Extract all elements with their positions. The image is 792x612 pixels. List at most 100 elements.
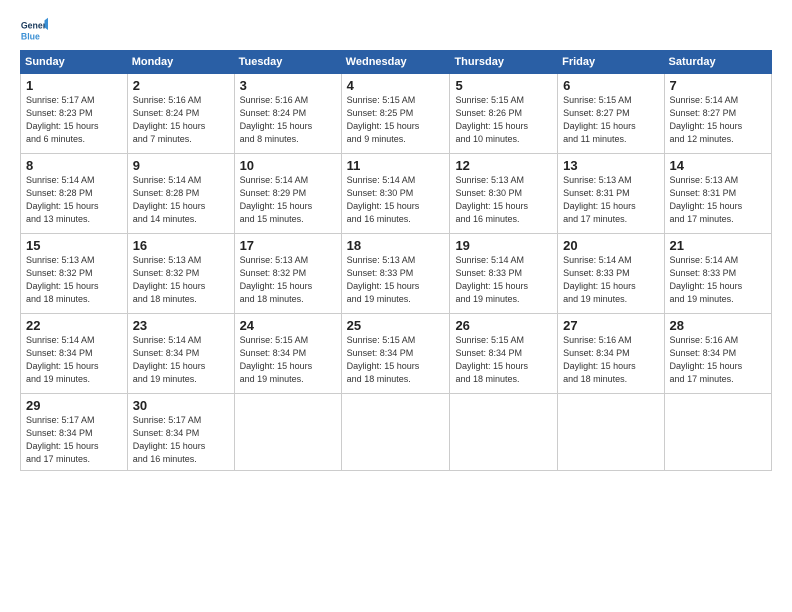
day-info: Sunrise: 5:14 AM Sunset: 8:28 PM Dayligh… (133, 174, 229, 226)
calendar-cell: 28Sunrise: 5:16 AM Sunset: 8:34 PM Dayli… (664, 314, 771, 394)
column-header-saturday: Saturday (664, 51, 771, 74)
day-number: 5 (455, 78, 552, 93)
calendar-cell: 5Sunrise: 5:15 AM Sunset: 8:26 PM Daylig… (450, 74, 558, 154)
logo-icon: General Blue (20, 16, 48, 44)
calendar-cell: 17Sunrise: 5:13 AM Sunset: 8:32 PM Dayli… (234, 234, 341, 314)
calendar-cell: 2Sunrise: 5:16 AM Sunset: 8:24 PM Daylig… (127, 74, 234, 154)
day-number: 21 (670, 238, 766, 253)
column-header-friday: Friday (558, 51, 664, 74)
svg-text:Blue: Blue (21, 32, 40, 42)
day-number: 29 (26, 398, 122, 413)
day-number: 26 (455, 318, 552, 333)
day-number: 14 (670, 158, 766, 173)
day-number: 15 (26, 238, 122, 253)
calendar-cell: 10Sunrise: 5:14 AM Sunset: 8:29 PM Dayli… (234, 154, 341, 234)
calendar-table: SundayMondayTuesdayWednesdayThursdayFrid… (20, 50, 772, 471)
header: General Blue (20, 16, 772, 44)
calendar-cell: 11Sunrise: 5:14 AM Sunset: 8:30 PM Dayli… (341, 154, 450, 234)
calendar-week-row: 8Sunrise: 5:14 AM Sunset: 8:28 PM Daylig… (21, 154, 772, 234)
day-number: 17 (240, 238, 336, 253)
day-info: Sunrise: 5:16 AM Sunset: 8:24 PM Dayligh… (240, 94, 336, 146)
day-number: 23 (133, 318, 229, 333)
day-number: 4 (347, 78, 445, 93)
logo: General Blue (20, 16, 48, 44)
day-number: 18 (347, 238, 445, 253)
day-info: Sunrise: 5:14 AM Sunset: 8:33 PM Dayligh… (455, 254, 552, 306)
day-number: 20 (563, 238, 658, 253)
column-header-monday: Monday (127, 51, 234, 74)
calendar-cell: 21Sunrise: 5:14 AM Sunset: 8:33 PM Dayli… (664, 234, 771, 314)
calendar-cell: 4Sunrise: 5:15 AM Sunset: 8:25 PM Daylig… (341, 74, 450, 154)
day-info: Sunrise: 5:14 AM Sunset: 8:34 PM Dayligh… (26, 334, 122, 386)
calendar-week-row: 1Sunrise: 5:17 AM Sunset: 8:23 PM Daylig… (21, 74, 772, 154)
day-info: Sunrise: 5:16 AM Sunset: 8:34 PM Dayligh… (670, 334, 766, 386)
day-number: 8 (26, 158, 122, 173)
day-number: 3 (240, 78, 336, 93)
calendar-cell: 15Sunrise: 5:13 AM Sunset: 8:32 PM Dayli… (21, 234, 128, 314)
day-info: Sunrise: 5:17 AM Sunset: 8:34 PM Dayligh… (26, 414, 122, 466)
day-number: 7 (670, 78, 766, 93)
day-info: Sunrise: 5:17 AM Sunset: 8:34 PM Dayligh… (133, 414, 229, 466)
day-number: 30 (133, 398, 229, 413)
column-header-tuesday: Tuesday (234, 51, 341, 74)
day-info: Sunrise: 5:17 AM Sunset: 8:23 PM Dayligh… (26, 94, 122, 146)
day-number: 2 (133, 78, 229, 93)
day-number: 24 (240, 318, 336, 333)
calendar-cell: 22Sunrise: 5:14 AM Sunset: 8:34 PM Dayli… (21, 314, 128, 394)
calendar-cell: 24Sunrise: 5:15 AM Sunset: 8:34 PM Dayli… (234, 314, 341, 394)
day-info: Sunrise: 5:15 AM Sunset: 8:26 PM Dayligh… (455, 94, 552, 146)
day-info: Sunrise: 5:14 AM Sunset: 8:33 PM Dayligh… (563, 254, 658, 306)
day-info: Sunrise: 5:14 AM Sunset: 8:33 PM Dayligh… (670, 254, 766, 306)
calendar-cell: 18Sunrise: 5:13 AM Sunset: 8:33 PM Dayli… (341, 234, 450, 314)
calendar-week-row: 22Sunrise: 5:14 AM Sunset: 8:34 PM Dayli… (21, 314, 772, 394)
day-info: Sunrise: 5:13 AM Sunset: 8:32 PM Dayligh… (133, 254, 229, 306)
calendar-cell: 16Sunrise: 5:13 AM Sunset: 8:32 PM Dayli… (127, 234, 234, 314)
day-number: 28 (670, 318, 766, 333)
calendar-cell (234, 394, 341, 471)
column-header-sunday: Sunday (21, 51, 128, 74)
day-info: Sunrise: 5:15 AM Sunset: 8:34 PM Dayligh… (240, 334, 336, 386)
calendar-cell (341, 394, 450, 471)
day-info: Sunrise: 5:13 AM Sunset: 8:31 PM Dayligh… (670, 174, 766, 226)
calendar-cell: 23Sunrise: 5:14 AM Sunset: 8:34 PM Dayli… (127, 314, 234, 394)
day-number: 10 (240, 158, 336, 173)
calendar-cell: 14Sunrise: 5:13 AM Sunset: 8:31 PM Dayli… (664, 154, 771, 234)
day-info: Sunrise: 5:15 AM Sunset: 8:34 PM Dayligh… (347, 334, 445, 386)
day-info: Sunrise: 5:16 AM Sunset: 8:24 PM Dayligh… (133, 94, 229, 146)
calendar-cell: 25Sunrise: 5:15 AM Sunset: 8:34 PM Dayli… (341, 314, 450, 394)
calendar-cell (664, 394, 771, 471)
calendar-cell: 6Sunrise: 5:15 AM Sunset: 8:27 PM Daylig… (558, 74, 664, 154)
day-number: 9 (133, 158, 229, 173)
column-header-thursday: Thursday (450, 51, 558, 74)
day-info: Sunrise: 5:14 AM Sunset: 8:30 PM Dayligh… (347, 174, 445, 226)
day-number: 25 (347, 318, 445, 333)
day-info: Sunrise: 5:14 AM Sunset: 8:27 PM Dayligh… (670, 94, 766, 146)
svg-text:General: General (21, 20, 48, 30)
day-number: 27 (563, 318, 658, 333)
calendar-cell: 19Sunrise: 5:14 AM Sunset: 8:33 PM Dayli… (450, 234, 558, 314)
calendar-cell: 30Sunrise: 5:17 AM Sunset: 8:34 PM Dayli… (127, 394, 234, 471)
day-info: Sunrise: 5:13 AM Sunset: 8:33 PM Dayligh… (347, 254, 445, 306)
day-info: Sunrise: 5:14 AM Sunset: 8:28 PM Dayligh… (26, 174, 122, 226)
calendar-cell: 20Sunrise: 5:14 AM Sunset: 8:33 PM Dayli… (558, 234, 664, 314)
calendar-week-row: 29Sunrise: 5:17 AM Sunset: 8:34 PM Dayli… (21, 394, 772, 471)
calendar-cell: 8Sunrise: 5:14 AM Sunset: 8:28 PM Daylig… (21, 154, 128, 234)
day-number: 11 (347, 158, 445, 173)
day-info: Sunrise: 5:15 AM Sunset: 8:27 PM Dayligh… (563, 94, 658, 146)
day-number: 22 (26, 318, 122, 333)
page: General Blue SundayMondayTuesdayWednesda… (0, 0, 792, 612)
day-number: 16 (133, 238, 229, 253)
day-info: Sunrise: 5:16 AM Sunset: 8:34 PM Dayligh… (563, 334, 658, 386)
day-number: 12 (455, 158, 552, 173)
calendar-cell: 26Sunrise: 5:15 AM Sunset: 8:34 PM Dayli… (450, 314, 558, 394)
day-info: Sunrise: 5:15 AM Sunset: 8:34 PM Dayligh… (455, 334, 552, 386)
calendar-cell: 13Sunrise: 5:13 AM Sunset: 8:31 PM Dayli… (558, 154, 664, 234)
day-number: 6 (563, 78, 658, 93)
day-info: Sunrise: 5:13 AM Sunset: 8:32 PM Dayligh… (26, 254, 122, 306)
calendar-cell: 27Sunrise: 5:16 AM Sunset: 8:34 PM Dayli… (558, 314, 664, 394)
calendar-cell: 29Sunrise: 5:17 AM Sunset: 8:34 PM Dayli… (21, 394, 128, 471)
day-info: Sunrise: 5:13 AM Sunset: 8:30 PM Dayligh… (455, 174, 552, 226)
calendar-cell: 9Sunrise: 5:14 AM Sunset: 8:28 PM Daylig… (127, 154, 234, 234)
day-info: Sunrise: 5:13 AM Sunset: 8:32 PM Dayligh… (240, 254, 336, 306)
calendar-cell: 3Sunrise: 5:16 AM Sunset: 8:24 PM Daylig… (234, 74, 341, 154)
